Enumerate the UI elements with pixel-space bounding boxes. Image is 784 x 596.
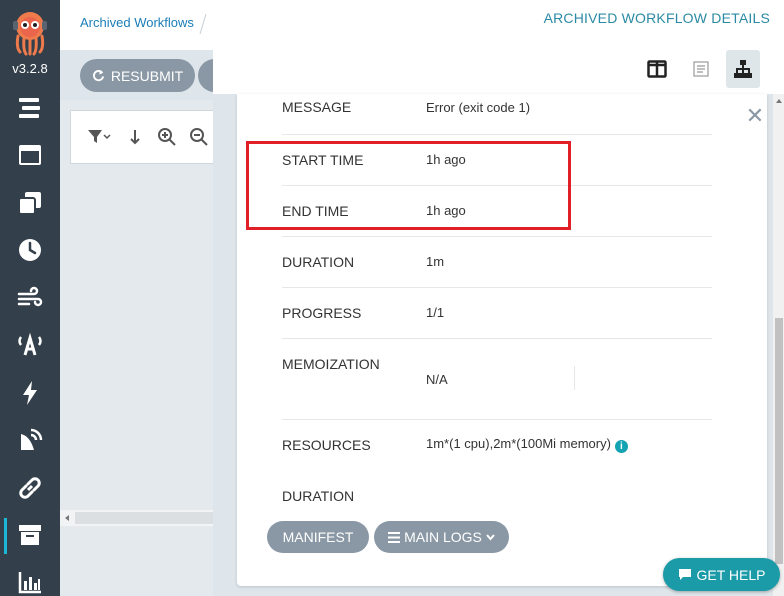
highlight-box — [246, 141, 571, 230]
clone-icon[interactable] — [15, 188, 45, 218]
detail-row-memoization: MEMOIZATION N/A — [282, 339, 712, 420]
detail-value: Error (exit code 1) — [426, 100, 531, 115]
active-indicator — [4, 518, 7, 554]
detail-value: 1/1 — [426, 305, 445, 320]
close-icon[interactable]: ✕ — [745, 105, 765, 127]
wind-icon[interactable] — [15, 283, 45, 313]
main-logs-button[interactable]: MAIN LOGS — [374, 521, 509, 553]
vertical-scroll-thumb[interactable] — [775, 318, 783, 564]
detail-row-resources: RESOURCES 1m*(1 cpu),2m*(100Mi memory) i — [282, 420, 712, 471]
detail-key: MESSAGE — [282, 99, 352, 115]
filter-icon[interactable] — [87, 127, 113, 147]
resources-value-wrap: 1m*(1 cpu),2m*(100Mi memory) i — [426, 436, 628, 453]
version-label: v3.2.8 — [12, 61, 48, 76]
stream-icon[interactable] — [15, 93, 45, 123]
satellite-dish-icon[interactable] — [15, 425, 45, 455]
bars-icon — [388, 531, 401, 543]
detail-value: N/A — [426, 372, 448, 387]
page-title: ARCHIVED WORKFLOW DETAILS — [543, 10, 770, 26]
detail-key: DURATION — [282, 488, 355, 504]
detail-key: DURATION — [282, 254, 355, 270]
argo-logo-icon[interactable] — [10, 8, 50, 56]
sidebar: v3.2.8 — [0, 0, 60, 596]
detail-row-duration: DURATION 1m — [282, 237, 712, 288]
memoization-divider — [574, 366, 575, 390]
manifest-button[interactable]: MANIFEST — [267, 521, 369, 553]
bolt-icon[interactable] — [15, 378, 45, 408]
manifest-label: MANIFEST — [282, 529, 354, 545]
breadcrumb-separator-icon — [199, 13, 207, 35]
detail-key: PROGRESS — [282, 305, 362, 321]
get-help-button[interactable]: GET HELP — [663, 558, 780, 591]
comment-icon — [678, 569, 691, 580]
broadcast-icon[interactable] — [15, 330, 45, 360]
zoom-out-icon[interactable] — [189, 127, 209, 147]
detail-value: 1m — [426, 254, 445, 269]
archive-icon[interactable] — [15, 520, 45, 550]
list-view-icon[interactable] — [684, 50, 718, 88]
chart-bar-icon[interactable] — [15, 567, 45, 596]
arrow-down-icon[interactable] — [125, 127, 145, 147]
main-logs-label: MAIN LOGS — [404, 529, 482, 545]
detail-row-message: MESSAGE Error (exit code 1) — [282, 94, 712, 135]
split-view-icon[interactable] — [640, 50, 674, 88]
graph-view-icon[interactable] — [726, 50, 760, 88]
window-icon[interactable] — [15, 140, 45, 170]
redo-icon — [92, 69, 104, 82]
horizontal-scroll-thumb[interactable] — [75, 512, 213, 524]
link-icon[interactable] — [15, 473, 45, 503]
get-help-label: GET HELP — [696, 566, 766, 583]
resubmit-label: RESUBMIT — [110, 67, 184, 84]
resubmit-button[interactable]: RESUBMIT — [80, 59, 195, 92]
detail-key: MEMOIZATION — [282, 356, 380, 372]
zoom-in-icon[interactable] — [157, 127, 177, 147]
clock-icon[interactable] — [15, 235, 45, 265]
detail-row-duration-2: DURATION — [282, 471, 712, 511]
detail-row-progress: PROGRESS 1/1 — [282, 288, 712, 339]
detail-key: RESOURCES — [282, 437, 371, 453]
breadcrumb[interactable]: Archived Workflows — [80, 15, 194, 30]
chevron-down-icon — [486, 533, 495, 541]
scroll-up-icon[interactable] — [775, 97, 783, 105]
info-icon[interactable]: i — [614, 440, 628, 453]
detail-value: 1m*(1 cpu),2m*(100Mi memory) — [426, 436, 611, 451]
scroll-left-icon[interactable] — [63, 514, 71, 522]
